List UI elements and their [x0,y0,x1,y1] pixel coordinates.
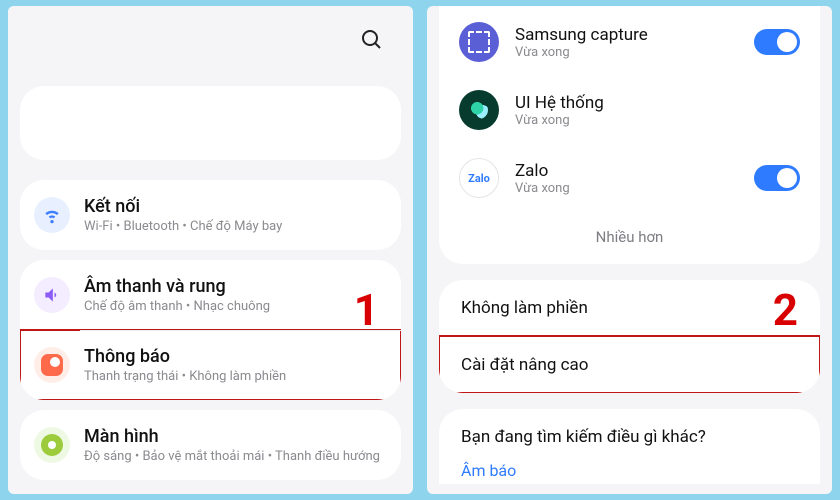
app-title: Zalo [515,161,738,181]
show-more-button[interactable]: Nhiều hơn [439,212,820,264]
header-bar [8,6,413,76]
app-subtitle: Vừa xong [515,113,800,128]
step-number-2: 2 [773,284,798,336]
settings-screen-step1: 1 Kết nối Wi-Fi • Bluetooth • Chế độ Máy… [8,6,413,494]
row-text: Kết nối Wi-Fi • Bluetooth • Chế độ Máy b… [84,196,282,234]
app-row-zalo[interactable]: Zalo Zalo Vừa xong [439,144,820,212]
row-title: Âm thanh và rung [84,276,270,297]
row-subtitle: Wi-Fi • Bluetooth • Chế độ Máy bay [84,219,282,234]
toggle-switch[interactable] [754,165,800,191]
settings-group-1: Kết nối Wi-Fi • Bluetooth • Chế độ Máy b… [20,180,401,250]
row-title: Màn hình [84,426,380,447]
row-subtitle: Độ sáng • Bảo vệ mắt thoải mái • Thanh đ… [84,449,380,464]
account-card-placeholder[interactable] [20,86,401,160]
wifi-icon [34,197,70,233]
settings-row-sound[interactable]: Âm thanh và rung Chế độ âm thanh • Nhạc … [20,260,401,330]
app-title: UI Hệ thống [515,93,800,113]
row-subtitle: Chế độ âm thanh • Nhạc chuông [84,299,270,314]
notification-settings-list: Không làm phiền Cài đặt nâng cao [439,280,820,393]
settings-row-display[interactable]: Màn hình Độ sáng • Bảo vệ mắt thoải mái … [20,410,401,480]
app-text: UI Hệ thống Vừa xong [515,93,800,128]
app-subtitle: Vừa xong [515,45,738,60]
app-text: Samsung capture Vừa xong [515,25,738,60]
app-row-system-ui[interactable]: UI Hệ thống Vừa xong [439,76,820,144]
capture-icon [459,22,499,62]
notifications-screen-step2: 2 Samsung capture Vừa xong UI Hệ thống V… [427,6,832,494]
notifications-icon [34,347,70,383]
settings-row-connections[interactable]: Kết nối Wi-Fi • Bluetooth • Chế độ Máy b… [20,180,401,250]
settings-group-3: Màn hình Độ sáng • Bảo vệ mắt thoải mái … [20,410,401,480]
settings-row-notifications[interactable]: Thông báo Thanh trạng thái • Không làm p… [20,330,401,400]
display-icon [34,427,70,463]
row-title: Thông báo [84,346,286,367]
row-text: Âm thanh và rung Chế độ âm thanh • Nhạc … [84,276,270,314]
suggestion-question: Bạn đang tìm kiếm điều gì khác? [461,427,798,447]
app-row-samsung-capture[interactable]: Samsung capture Vừa xong [439,8,820,76]
suggestion-card: Bạn đang tìm kiếm điều gì khác? Âm báo [439,409,820,484]
system-ui-icon [459,90,499,130]
row-subtitle: Thanh trạng thái • Không làm phiền [84,369,286,384]
advanced-settings-item[interactable]: Cài đặt nâng cao [439,336,820,393]
step-number-1: 1 [354,284,379,336]
zalo-icon: Zalo [459,158,499,198]
row-text: Màn hình Độ sáng • Bảo vệ mắt thoải mái … [84,426,380,464]
row-title: Kết nối [84,196,282,217]
suggestion-link[interactable]: Âm báo [461,461,798,480]
search-icon[interactable] [359,27,383,55]
app-text: Zalo Vừa xong [515,161,738,196]
app-title: Samsung capture [515,25,738,45]
do-not-disturb-item[interactable]: Không làm phiền [439,280,820,336]
toggle-switch[interactable] [754,29,800,55]
row-text: Thông báo Thanh trạng thái • Không làm p… [84,346,286,384]
app-subtitle: Vừa xong [515,181,738,196]
settings-group-2: Âm thanh và rung Chế độ âm thanh • Nhạc … [20,260,401,400]
sound-icon [34,277,70,313]
recent-apps-list: Samsung capture Vừa xong UI Hệ thống Vừa… [439,6,820,264]
